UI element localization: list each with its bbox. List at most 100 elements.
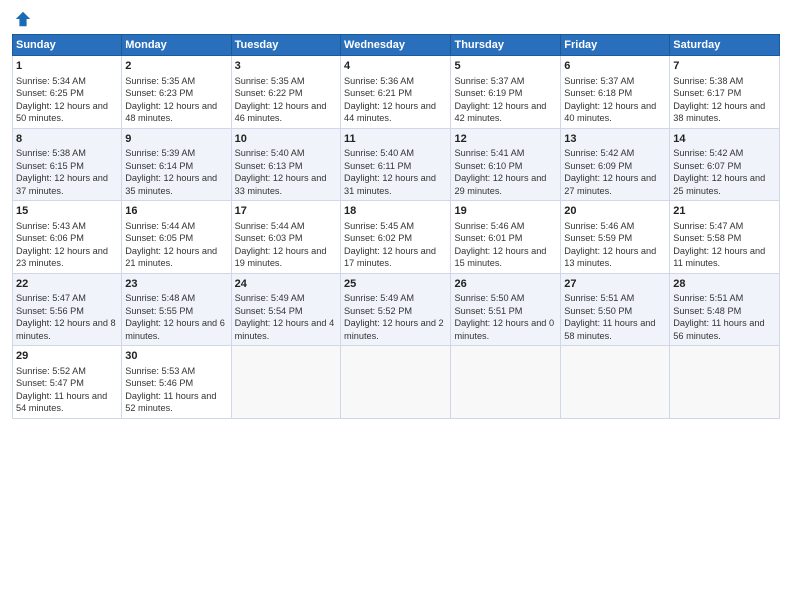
daylight: Daylight: 11 hours and 56 minutes. (673, 318, 764, 340)
calendar-cell: 11 Sunrise: 5:40 AM Sunset: 6:11 PM Dayl… (341, 128, 451, 201)
daylight: Daylight: 12 hours and 13 minutes. (564, 246, 656, 268)
calendar-week-1: 1 Sunrise: 5:34 AM Sunset: 6:25 PM Dayli… (13, 56, 780, 129)
daylight: Daylight: 12 hours and 6 minutes. (125, 318, 225, 340)
sunset: Sunset: 5:56 PM (16, 306, 84, 316)
daylight: Daylight: 12 hours and 48 minutes. (125, 101, 217, 123)
calendar-cell: 14 Sunrise: 5:42 AM Sunset: 6:07 PM Dayl… (670, 128, 780, 201)
calendar-week-3: 15 Sunrise: 5:43 AM Sunset: 6:06 PM Dayl… (13, 201, 780, 274)
sunset: Sunset: 6:01 PM (454, 233, 522, 243)
day-number: 5 (454, 59, 557, 74)
sunrise: Sunrise: 5:35 AM (235, 76, 305, 86)
day-number: 27 (564, 277, 666, 292)
sunset: Sunset: 6:13 PM (235, 161, 303, 171)
day-number: 1 (16, 59, 118, 74)
sunrise: Sunrise: 5:51 AM (673, 293, 743, 303)
day-number: 16 (125, 204, 227, 219)
sunrise: Sunrise: 5:44 AM (235, 221, 305, 231)
daylight: Daylight: 12 hours and 27 minutes. (564, 173, 656, 195)
calendar-cell: 27 Sunrise: 5:51 AM Sunset: 5:50 PM Dayl… (561, 273, 670, 346)
sunrise: Sunrise: 5:42 AM (673, 148, 743, 158)
day-number: 24 (235, 277, 337, 292)
sunrise: Sunrise: 5:36 AM (344, 76, 414, 86)
day-number: 2 (125, 59, 227, 74)
daylight: Daylight: 12 hours and 38 minutes. (673, 101, 765, 123)
daylight: Daylight: 12 hours and 11 minutes. (673, 246, 765, 268)
sunset: Sunset: 6:17 PM (673, 88, 741, 98)
sunrise: Sunrise: 5:47 AM (673, 221, 743, 231)
daylight: Daylight: 12 hours and 23 minutes. (16, 246, 108, 268)
day-number: 11 (344, 132, 447, 147)
header-wednesday: Wednesday (341, 35, 451, 56)
sunrise: Sunrise: 5:46 AM (454, 221, 524, 231)
weekday-header-row: Sunday Monday Tuesday Wednesday Thursday… (13, 35, 780, 56)
daylight: Daylight: 12 hours and 35 minutes. (125, 173, 217, 195)
sunset: Sunset: 6:03 PM (235, 233, 303, 243)
sunrise: Sunrise: 5:37 AM (564, 76, 634, 86)
daylight: Daylight: 12 hours and 29 minutes. (454, 173, 546, 195)
daylight: Daylight: 12 hours and 2 minutes. (344, 318, 444, 340)
calendar-cell (670, 346, 780, 419)
calendar-cell: 19 Sunrise: 5:46 AM Sunset: 6:01 PM Dayl… (451, 201, 561, 274)
daylight: Daylight: 12 hours and 4 minutes. (235, 318, 335, 340)
sunset: Sunset: 6:14 PM (125, 161, 193, 171)
day-number: 15 (16, 204, 118, 219)
daylight: Daylight: 11 hours and 54 minutes. (16, 391, 107, 413)
daylight: Daylight: 12 hours and 15 minutes. (454, 246, 546, 268)
calendar-cell: 7 Sunrise: 5:38 AM Sunset: 6:17 PM Dayli… (670, 56, 780, 129)
calendar-cell: 21 Sunrise: 5:47 AM Sunset: 5:58 PM Dayl… (670, 201, 780, 274)
daylight: Daylight: 11 hours and 52 minutes. (125, 391, 216, 413)
sunrise: Sunrise: 5:37 AM (454, 76, 524, 86)
daylight: Daylight: 11 hours and 58 minutes. (564, 318, 655, 340)
logo-icon (14, 10, 32, 28)
sunrise: Sunrise: 5:50 AM (454, 293, 524, 303)
calendar-cell: 20 Sunrise: 5:46 AM Sunset: 5:59 PM Dayl… (561, 201, 670, 274)
calendar-cell: 6 Sunrise: 5:37 AM Sunset: 6:18 PM Dayli… (561, 56, 670, 129)
day-number: 10 (235, 132, 337, 147)
calendar-cell: 25 Sunrise: 5:49 AM Sunset: 5:52 PM Dayl… (341, 273, 451, 346)
sunrise: Sunrise: 5:34 AM (16, 76, 86, 86)
daylight: Daylight: 12 hours and 42 minutes. (454, 101, 546, 123)
day-number: 22 (16, 277, 118, 292)
daylight: Daylight: 12 hours and 21 minutes. (125, 246, 217, 268)
sunrise: Sunrise: 5:44 AM (125, 221, 195, 231)
sunset: Sunset: 5:47 PM (16, 378, 84, 388)
sunrise: Sunrise: 5:46 AM (564, 221, 634, 231)
sunrise: Sunrise: 5:43 AM (16, 221, 86, 231)
sunset: Sunset: 5:46 PM (125, 378, 193, 388)
sunset: Sunset: 6:25 PM (16, 88, 84, 98)
calendar-cell: 8 Sunrise: 5:38 AM Sunset: 6:15 PM Dayli… (13, 128, 122, 201)
sunset: Sunset: 6:18 PM (564, 88, 632, 98)
sunset: Sunset: 6:07 PM (673, 161, 741, 171)
sunrise: Sunrise: 5:42 AM (564, 148, 634, 158)
day-number: 14 (673, 132, 776, 147)
header (12, 10, 780, 28)
calendar-cell: 18 Sunrise: 5:45 AM Sunset: 6:02 PM Dayl… (341, 201, 451, 274)
daylight: Daylight: 12 hours and 37 minutes. (16, 173, 108, 195)
sunset: Sunset: 6:06 PM (16, 233, 84, 243)
header-friday: Friday (561, 35, 670, 56)
sunset: Sunset: 6:05 PM (125, 233, 193, 243)
calendar-cell: 3 Sunrise: 5:35 AM Sunset: 6:22 PM Dayli… (231, 56, 340, 129)
calendar-cell (561, 346, 670, 419)
day-number: 13 (564, 132, 666, 147)
sunrise: Sunrise: 5:49 AM (344, 293, 414, 303)
day-number: 23 (125, 277, 227, 292)
day-number: 30 (125, 349, 227, 364)
calendar-cell: 9 Sunrise: 5:39 AM Sunset: 6:14 PM Dayli… (122, 128, 231, 201)
sunrise: Sunrise: 5:53 AM (125, 366, 195, 376)
daylight: Daylight: 12 hours and 50 minutes. (16, 101, 108, 123)
sunrise: Sunrise: 5:40 AM (235, 148, 305, 158)
day-number: 12 (454, 132, 557, 147)
calendar-cell: 15 Sunrise: 5:43 AM Sunset: 6:06 PM Dayl… (13, 201, 122, 274)
sunrise: Sunrise: 5:40 AM (344, 148, 414, 158)
header-saturday: Saturday (670, 35, 780, 56)
day-number: 20 (564, 204, 666, 219)
sunset: Sunset: 5:54 PM (235, 306, 303, 316)
sunset: Sunset: 5:59 PM (564, 233, 632, 243)
day-number: 29 (16, 349, 118, 364)
sunrise: Sunrise: 5:38 AM (673, 76, 743, 86)
daylight: Daylight: 12 hours and 17 minutes. (344, 246, 436, 268)
sunset: Sunset: 6:09 PM (564, 161, 632, 171)
day-number: 28 (673, 277, 776, 292)
sunset: Sunset: 5:52 PM (344, 306, 412, 316)
